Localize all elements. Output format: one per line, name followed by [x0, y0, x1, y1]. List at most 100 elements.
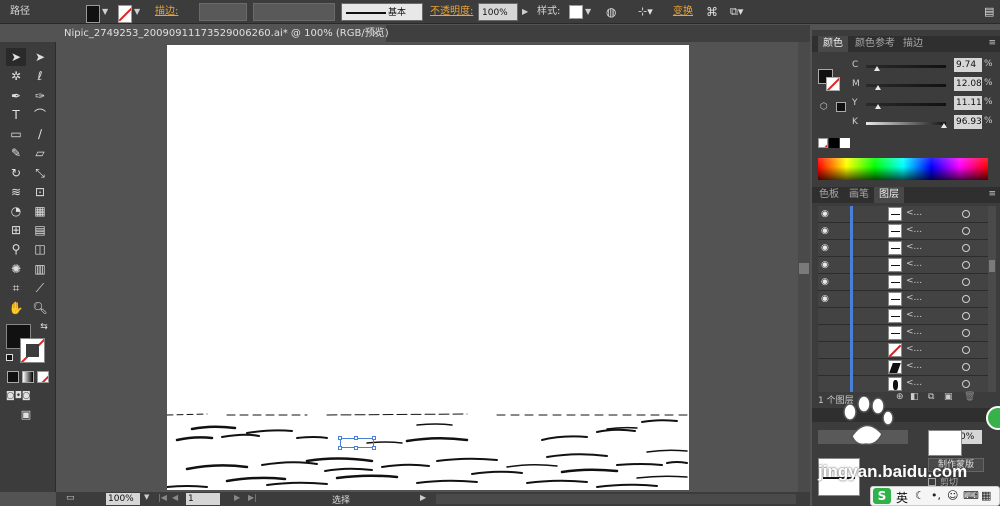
fill-swatch[interactable] — [86, 5, 100, 23]
horizontal-scrollbar[interactable] — [436, 494, 796, 504]
style-dropdown-icon[interactable]: ▼ — [585, 3, 591, 21]
hand-tool-icon[interactable]: ✋ — [6, 299, 26, 317]
ime-grid-icon[interactable]: ▦ — [981, 489, 991, 502]
stroke-dropdown-icon[interactable]: ▼ — [134, 3, 140, 21]
stroke-label[interactable]: 描边: — [155, 3, 178, 21]
next-artboard-icon[interactable]: ▶ — [234, 493, 240, 502]
artboard-navigate-icon[interactable]: ▭ — [66, 493, 75, 503]
curvature-tool-icon[interactable]: ✑ — [30, 87, 50, 105]
layer-name[interactable]: <... — [906, 310, 922, 320]
white-quick-swatch[interactable] — [840, 138, 850, 148]
layer-name[interactable]: <... — [906, 293, 922, 303]
gradient-tool-icon[interactable]: ▤ — [30, 221, 50, 239]
layer-target-icon[interactable] — [962, 261, 970, 269]
pen-tool-icon[interactable]: ✒ — [6, 87, 26, 105]
symbol-sprayer-tool-icon[interactable]: ✺ — [6, 260, 26, 278]
last-artboard-icon[interactable]: ▶| — [248, 493, 257, 502]
free-transform-tool-icon[interactable]: ⊡ — [30, 183, 50, 201]
slice-tool-icon[interactable]: ⟋ — [30, 279, 50, 297]
layer-row[interactable]: ◉ <... — [818, 274, 988, 291]
tab-brushes[interactable]: 画笔 — [844, 187, 874, 203]
screen-mode-icon[interactable]: ▣ — [16, 406, 36, 424]
tab-layers[interactable]: 图层 — [874, 187, 904, 203]
perspective-grid-tool-icon[interactable]: ▦ — [30, 202, 50, 220]
column-graph-tool-icon[interactable]: ▥ — [30, 260, 50, 278]
scale-tool-icon[interactable]: ⤡ — [30, 164, 50, 182]
layers-panel-menu-icon[interactable]: ≡ — [988, 189, 996, 199]
layer-target-icon[interactable] — [962, 295, 970, 303]
layer-target-icon[interactable] — [962, 380, 970, 388]
visibility-eye-icon[interactable] — [821, 344, 835, 356]
selection-tool-icon[interactable]: ➤ — [6, 48, 26, 66]
layer-target-icon[interactable] — [962, 244, 970, 252]
layer-row[interactable]: <... — [818, 376, 988, 393]
magic-wand-tool-icon[interactable]: ✲ — [6, 67, 26, 85]
artboard[interactable] — [167, 45, 689, 490]
layer-row[interactable]: <... — [818, 359, 988, 376]
cyan-slider[interactable]: C 9.74 % — [852, 58, 993, 74]
ime-smile-icon[interactable]: ☺ — [947, 489, 958, 502]
warp-tool-icon[interactable]: ≋ — [6, 183, 26, 201]
recolor-icon[interactable]: ◍ — [606, 3, 616, 21]
ime-mode-label[interactable]: 英 — [896, 489, 908, 506]
artboard-number-field[interactable]: 1 — [186, 493, 220, 505]
tab-color-guide[interactable]: 颜色参考 — [850, 36, 900, 52]
transform-label[interactable]: 变换 — [673, 3, 693, 21]
visibility-eye-icon[interactable]: ◉ — [821, 276, 835, 288]
status-menu-icon[interactable]: ▶ — [420, 493, 426, 502]
layer-name[interactable]: <... — [906, 259, 922, 269]
fill-dropdown-icon[interactable]: ▼ — [102, 3, 108, 21]
direct-selection-tool-icon[interactable]: ➤ — [30, 48, 50, 66]
opacity-field[interactable]: 100% — [478, 3, 518, 21]
layer-target-icon[interactable] — [962, 278, 970, 286]
layer-row[interactable]: <... — [818, 342, 988, 359]
pencil-tool-icon[interactable]: ✎ — [6, 144, 26, 162]
layer-target-icon[interactable] — [962, 210, 970, 218]
opacity-label[interactable]: 不透明度: — [430, 3, 473, 21]
draw-mode-icon[interactable]: ◙◘◙ — [6, 387, 31, 405]
close-tab-icon[interactable]: × — [372, 25, 380, 42]
visibility-eye-icon[interactable]: ◉ — [821, 293, 835, 305]
default-colors-icon[interactable] — [6, 354, 13, 361]
layer-name[interactable]: <... — [906, 225, 922, 235]
vertical-scrollbar[interactable] — [798, 42, 810, 492]
layer-name[interactable]: <... — [906, 242, 922, 252]
layer-target-icon[interactable] — [962, 329, 970, 337]
prev-artboard-icon[interactable]: ◀ — [172, 493, 178, 502]
color-spectrum-bar[interactable] — [818, 158, 988, 180]
swap-colors-icon[interactable]: ⇆ — [34, 318, 54, 336]
black-quick-swatch[interactable] — [829, 138, 839, 148]
layers-scrollbar[interactable] — [988, 206, 996, 392]
isolate-icon[interactable]: ⌘ — [706, 3, 718, 21]
paintbrush-tool-icon[interactable]: ∕ — [30, 125, 50, 143]
document-tab[interactable]: Nipic_2749253_20090911173529006260.ai* @… — [56, 25, 389, 42]
type-tool-icon[interactable]: T — [6, 106, 26, 124]
visibility-eye-icon[interactable] — [821, 378, 835, 390]
panel-menu-icon[interactable]: ▤ — [984, 3, 994, 21]
rectangle-tool-icon[interactable]: ▭ — [6, 125, 26, 143]
ime-toolbar[interactable]: S 英 ☾ •, ☺ ⌨ ▦ — [870, 486, 1000, 506]
align-icon[interactable]: ⊹▾ — [638, 3, 653, 21]
layer-row[interactable]: ◉ <... — [818, 240, 988, 257]
selected-path-bounding-box[interactable] — [338, 436, 376, 450]
panel-stroke-swatch[interactable] — [826, 77, 840, 91]
zoom-dropdown-icon[interactable]: ▼ — [144, 493, 149, 501]
yellow-slider[interactable]: Y 11.11 % — [852, 96, 993, 112]
color-mode-button[interactable] — [7, 371, 19, 383]
layer-row[interactable]: ◉ <... — [818, 257, 988, 274]
none-quick-swatch[interactable] — [818, 138, 828, 148]
layer-row[interactable]: ◉ <... — [818, 291, 988, 308]
layer-name[interactable]: <... — [906, 208, 922, 218]
ime-keyboard-icon[interactable]: ⌨ — [963, 489, 979, 502]
layer-row[interactable]: ◉ <... — [818, 206, 988, 223]
zoom-tool-icon[interactable]: 🔍︎ — [30, 299, 50, 317]
layer-name[interactable]: <... — [906, 361, 922, 371]
tab-stroke[interactable]: 描边 — [898, 36, 928, 52]
layer-name[interactable]: <... — [906, 344, 922, 354]
magenta-slider[interactable]: M 12.08 % — [852, 77, 993, 93]
tab-swatches[interactable]: 色板 — [814, 187, 844, 203]
lasso-tool-icon[interactable]: ℓ — [30, 67, 50, 85]
layer-row[interactable]: ◉ <... — [818, 223, 988, 240]
visibility-eye-icon[interactable]: ◉ — [821, 225, 835, 237]
out-of-gamut-icon[interactable]: ⬡ — [820, 102, 828, 112]
